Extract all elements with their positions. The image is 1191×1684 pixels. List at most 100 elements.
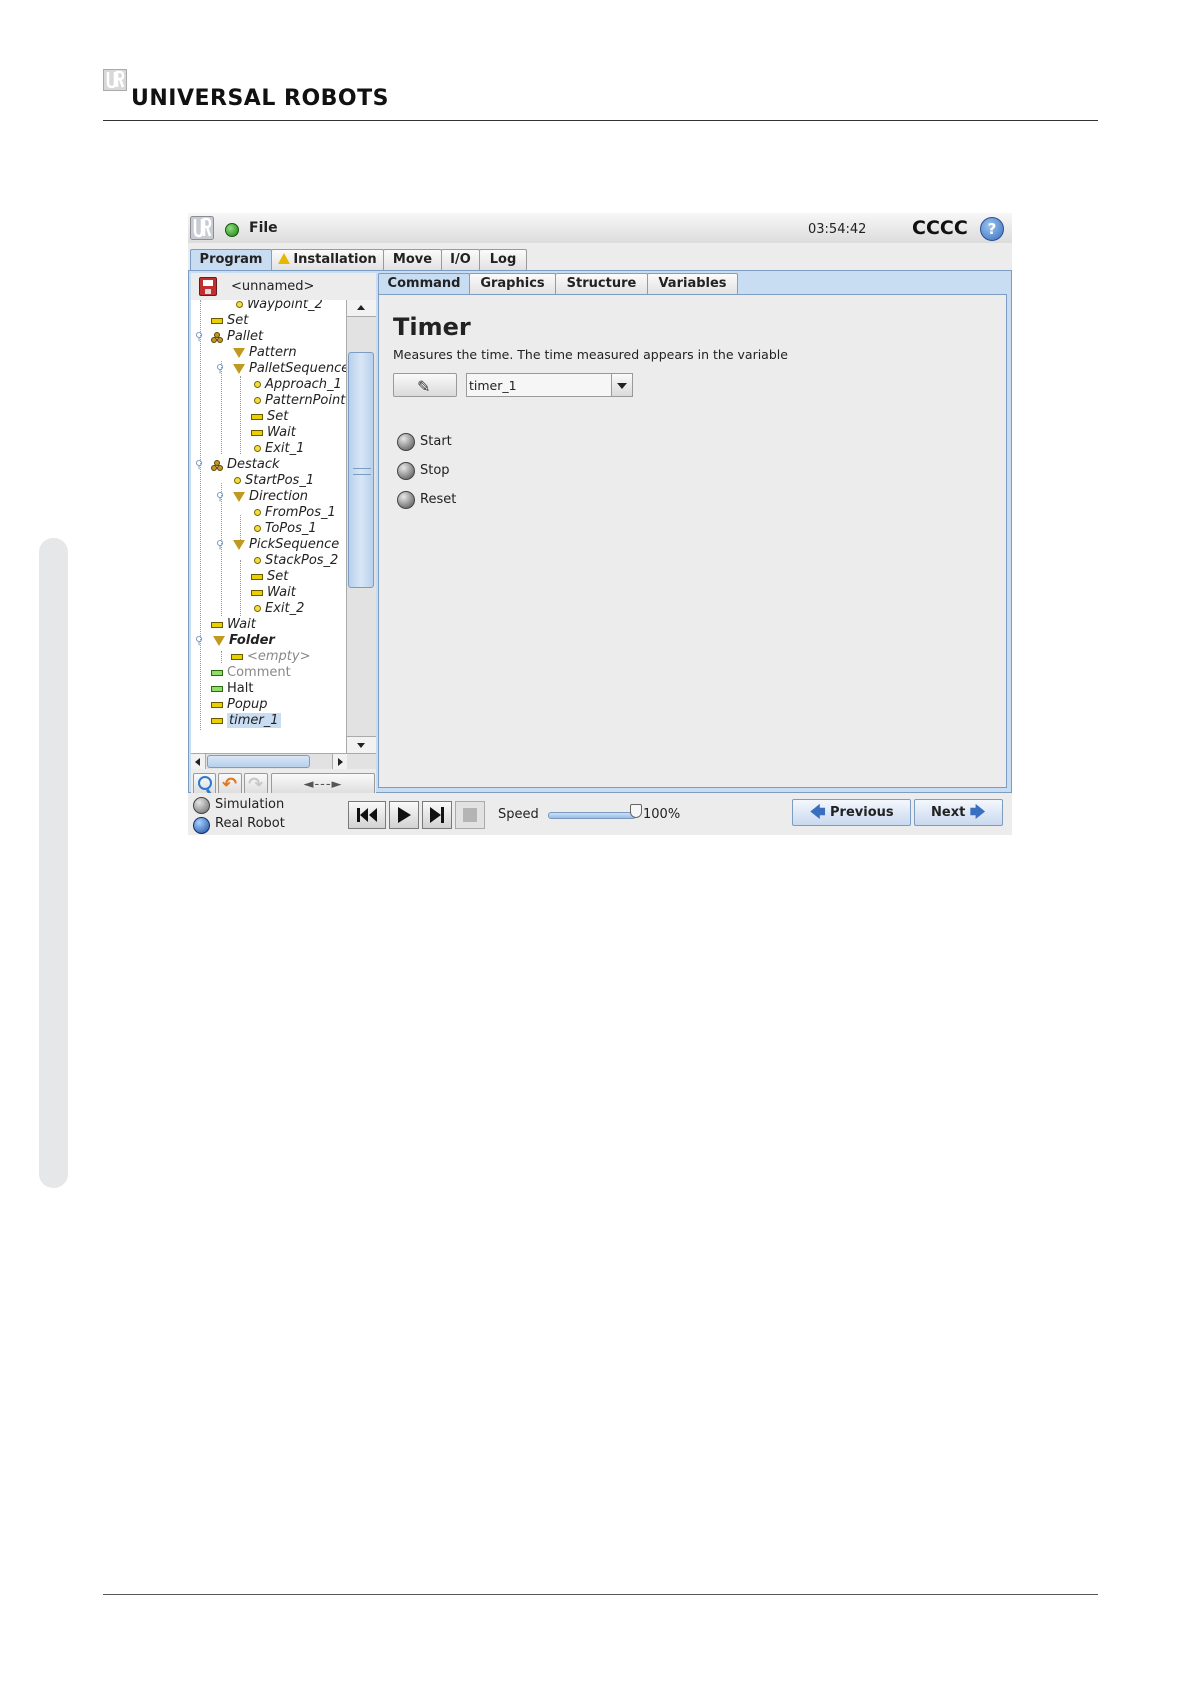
tree-node[interactable]: Wait <box>211 617 256 633</box>
tab-structure[interactable]: Structure <box>555 273 648 294</box>
tree-node[interactable]: StackPos_2 <box>254 553 338 569</box>
tab-command[interactable]: Command <box>378 273 470 295</box>
tab-variables[interactable]: Variables <box>647 273 738 294</box>
speed-label: Speed <box>498 807 539 822</box>
tree-node[interactable]: Approach_1 <box>254 377 342 393</box>
tree-node[interactable]: Pattern <box>233 345 297 361</box>
scroll-right-icon[interactable] <box>332 754 347 769</box>
document-footer-rule <box>103 1594 1098 1595</box>
previous-button[interactable]: 🡄 Previous <box>792 799 911 826</box>
tree-node[interactable]: Comment <box>211 665 291 681</box>
variable-select[interactable]: timer_1 <box>466 373 633 397</box>
help-button[interactable]: ? <box>980 217 1004 241</box>
tree-node[interactable]: Pallet <box>211 329 263 345</box>
collapse-icon[interactable]: ⚲ <box>216 362 224 375</box>
radio-icon[interactable] <box>397 491 415 509</box>
tab-label: Variables <box>658 276 727 291</box>
tab-graphics[interactable]: Graphics <box>469 273 556 294</box>
real-robot-radio-icon[interactable] <box>193 817 210 834</box>
title-bar: File 03:54:42 CCCC ? <box>188 213 1012 243</box>
collapse-icon[interactable]: ⚲ <box>195 458 203 471</box>
tree-node[interactable]: ToPos_1 <box>254 521 317 537</box>
real-robot-label[interactable]: Real Robot <box>215 816 285 831</box>
chevron-down-icon[interactable] <box>611 374 632 396</box>
clock: 03:54:42 <box>808 222 867 237</box>
tree-node[interactable]: Halt <box>211 681 253 697</box>
tree-node[interactable]: Wait <box>251 425 296 441</box>
waypoint-icon <box>254 557 261 564</box>
tree-node[interactable]: Set <box>211 313 248 329</box>
tree-node[interactable]: PatternPoint <box>254 393 345 409</box>
tree-node[interactable]: PickSequence <box>233 537 339 553</box>
collapse-icon[interactable]: ⚲ <box>216 538 224 551</box>
next-button[interactable]: Next 🡆 <box>914 799 1003 826</box>
command-icon <box>231 653 243 660</box>
radio-icon[interactable] <box>397 462 415 480</box>
arrow-left-icon: 🡄 <box>810 803 826 821</box>
tab-move[interactable]: Move <box>383 249 442 270</box>
speed-slider-handle[interactable] <box>630 804 642 818</box>
scroll-up-icon[interactable] <box>347 300 376 317</box>
waypoint-icon <box>254 397 261 404</box>
tree-node[interactable]: Wait <box>251 585 296 601</box>
waypoint-icon <box>236 301 243 308</box>
collapse-icon[interactable]: ⚲ <box>216 490 224 503</box>
simulation-label[interactable]: Simulation <box>215 797 284 812</box>
collapse-icon[interactable]: ⚲ <box>195 330 203 343</box>
waypoint-icon <box>234 477 241 484</box>
stop-icon <box>463 808 477 822</box>
command-body: Timer Measures the time. The time measur… <box>378 294 1007 788</box>
tree-node[interactable]: Destack <box>211 457 280 473</box>
program-tree[interactable]: Waypoint_2 Set ⚲ Pallet Pattern ⚲ Pallet… <box>191 300 346 753</box>
step-icon <box>430 807 444 823</box>
tab-io[interactable]: I/O <box>441 249 480 270</box>
pallet-icon <box>211 459 223 471</box>
tab-installation[interactable]: Installation <box>271 249 384 270</box>
file-menu[interactable]: File <box>249 220 278 236</box>
tree-node[interactable]: StartPos_1 <box>234 473 314 489</box>
radio-icon[interactable] <box>397 433 415 451</box>
tree-node[interactable]: Set <box>251 409 288 425</box>
previous-label: Previous <box>830 805 894 820</box>
page-side-tab <box>39 538 68 1188</box>
step-button[interactable] <box>422 801 452 829</box>
collapse-icon[interactable]: ⚲ <box>195 634 203 647</box>
scroll-down-icon[interactable] <box>347 736 376 753</box>
ur-brand-icon <box>103 69 127 91</box>
tab-label: Structure <box>566 276 637 291</box>
tree-node[interactable]: <empty> <box>231 649 311 665</box>
radio-label: Start <box>420 434 452 449</box>
rewind-button[interactable] <box>348 801 386 829</box>
command-icon <box>211 669 223 676</box>
tree-node-selected[interactable]: timer_1 <box>211 713 281 729</box>
stop-button[interactable] <box>455 801 485 829</box>
redo-icon: ↷ <box>248 774 264 795</box>
command-panel: Command Graphics Structure Variables Tim… <box>378 273 1009 788</box>
tree-node[interactable]: Exit_2 <box>254 601 304 617</box>
folder-icon <box>233 363 245 374</box>
tree-node[interactable]: Folder <box>213 633 275 649</box>
folder-icon <box>233 347 245 358</box>
tree-horizontal-scrollbar[interactable] <box>191 753 376 770</box>
tree-node[interactable]: Exit_1 <box>254 441 304 457</box>
tree-node[interactable]: PalletSequence <box>233 361 346 377</box>
scroll-left-icon[interactable] <box>191 754 206 769</box>
tree-node[interactable]: Set <box>251 569 288 585</box>
save-icon[interactable] <box>199 277 217 296</box>
tree-node[interactable]: FromPos_1 <box>254 505 336 521</box>
tree-node[interactable]: Waypoint_2 <box>236 300 323 313</box>
tree-vertical-scrollbar[interactable] <box>346 300 376 753</box>
tab-log[interactable]: Log <box>479 249 527 270</box>
tree-node[interactable]: Popup <box>211 697 268 713</box>
tab-program[interactable]: Program <box>190 249 272 271</box>
simulation-radio-icon[interactable] <box>193 797 210 814</box>
tree-node[interactable]: Direction <box>233 489 308 505</box>
scroll-thumb[interactable] <box>207 755 310 768</box>
robot-status-icon <box>225 223 239 237</box>
speed-slider[interactable] <box>548 812 636 819</box>
brand-name: UNIVERSAL ROBOTS <box>131 86 389 111</box>
scroll-thumb[interactable] <box>348 352 374 588</box>
edit-variable-button[interactable]: ✎ <box>393 373 457 397</box>
program-name: <unnamed> <box>231 279 315 294</box>
play-button[interactable] <box>389 801 419 829</box>
